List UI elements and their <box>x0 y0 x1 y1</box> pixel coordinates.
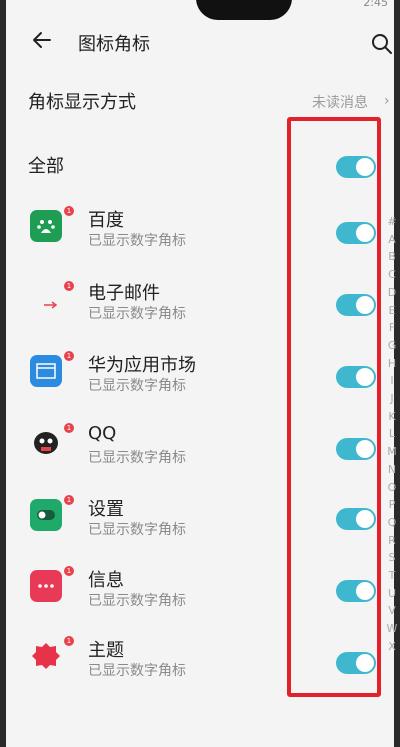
index-letter[interactable]: K <box>384 408 400 426</box>
app-subtitle: 已显示数字角标 <box>88 306 186 322</box>
app-row-qq: 1 QQ 已显示数字角标 <box>0 423 330 473</box>
app-subtitle: 已显示数字角标 <box>88 593 186 609</box>
app-row-themes: 1 主题 已显示数字角标 <box>0 636 330 686</box>
notification-badge: 1 <box>64 423 74 433</box>
appgallery-icon <box>30 355 62 387</box>
notification-badge: 1 <box>64 566 74 576</box>
index-letter[interactable]: G <box>384 337 400 355</box>
app-row-appgallery: 1 华为应用市场 已显示数字角标 <box>0 351 330 401</box>
index-letter[interactable]: B <box>384 248 400 266</box>
qq-icon <box>30 427 62 459</box>
index-letter[interactable]: P <box>384 496 400 514</box>
app-name: 主题 <box>88 640 124 661</box>
app-name: QQ <box>88 423 117 444</box>
index-letter[interactable]: A <box>384 231 400 249</box>
notification-badge: 1 <box>64 351 74 361</box>
chevron-right-icon: › <box>384 93 390 109</box>
app-subtitle: 已显示数字角标 <box>88 378 186 394</box>
app-subtitle: 已显示数字角标 <box>88 233 186 249</box>
index-letter[interactable]: # <box>384 213 400 231</box>
index-letter[interactable]: L <box>384 425 400 443</box>
header: 图标角标 <box>0 24 400 64</box>
index-letter[interactable]: O <box>384 479 400 497</box>
index-letter[interactable]: N <box>384 461 400 479</box>
app-name: 华为应用市场 <box>88 355 196 376</box>
index-letter[interactable]: I <box>384 372 400 390</box>
search-icon <box>372 34 392 54</box>
app-row-baidu: 1 百度 已显示数字角标 <box>0 206 330 256</box>
index-letter[interactable]: E <box>384 302 400 320</box>
index-letter[interactable]: C <box>384 266 400 284</box>
back-arrow-icon <box>33 32 51 48</box>
notification-badge: 1 <box>64 206 74 216</box>
index-letter[interactable]: X <box>384 638 400 656</box>
app-row-settings: 1 设置 已显示数字角标 <box>0 495 330 545</box>
highlight-annotation-box <box>287 117 381 697</box>
badge-mode-value: 未读消息 <box>312 95 368 111</box>
index-letter[interactable]: S <box>384 549 400 567</box>
settings-icon <box>30 499 62 531</box>
app-subtitle: 已显示数字角标 <box>88 663 186 679</box>
app-name: 信息 <box>88 570 124 591</box>
index-letter[interactable]: F <box>384 319 400 337</box>
screen: 2:45 图标角标 角标显示方式 未读消息 › 全部 1 百度 已显示数字角标 … <box>0 0 400 747</box>
app-name: 百度 <box>88 210 124 231</box>
alphabet-index-scrollbar[interactable]: # A B C D E F G H I J K L M N O P Q R S T U V W X <box>384 213 400 656</box>
index-letter[interactable]: D <box>384 284 400 302</box>
index-letter[interactable]: R <box>384 532 400 550</box>
index-letter[interactable]: T <box>384 567 400 585</box>
index-letter[interactable]: U <box>384 585 400 603</box>
search-button[interactable] <box>370 32 394 56</box>
page-title: 图标角标 <box>78 34 150 55</box>
app-subtitle: 已显示数字角标 <box>88 522 186 538</box>
index-letter[interactable]: M <box>384 443 400 461</box>
badge-mode-row[interactable]: 角标显示方式 未读消息 › <box>0 84 400 118</box>
index-letter[interactable]: V <box>384 602 400 620</box>
email-icon <box>30 283 62 315</box>
all-apps-label: 全部 <box>28 156 64 177</box>
index-letter[interactable]: J <box>384 390 400 408</box>
app-row-email: 1 电子邮件 已显示数字角标 <box>0 279 330 329</box>
notification-badge: 1 <box>64 281 74 291</box>
themes-icon <box>30 640 62 672</box>
app-subtitle: 已显示数字角标 <box>88 450 186 466</box>
notification-badge: 1 <box>64 495 74 505</box>
index-letter[interactable]: W <box>384 620 400 638</box>
app-name: 电子邮件 <box>88 283 160 304</box>
index-letter[interactable]: H <box>384 355 400 373</box>
messages-icon <box>30 570 62 602</box>
app-row-messages: 1 信息 已显示数字角标 <box>0 566 330 616</box>
app-name: 设置 <box>88 499 124 520</box>
badge-mode-label: 角标显示方式 <box>28 92 136 113</box>
baidu-icon <box>30 210 62 242</box>
back-button[interactable] <box>28 26 56 54</box>
index-letter[interactable]: Q <box>384 514 400 532</box>
status-time: 2:45 <box>363 0 388 9</box>
camera-notch <box>196 0 292 20</box>
notification-badge: 1 <box>64 636 74 646</box>
